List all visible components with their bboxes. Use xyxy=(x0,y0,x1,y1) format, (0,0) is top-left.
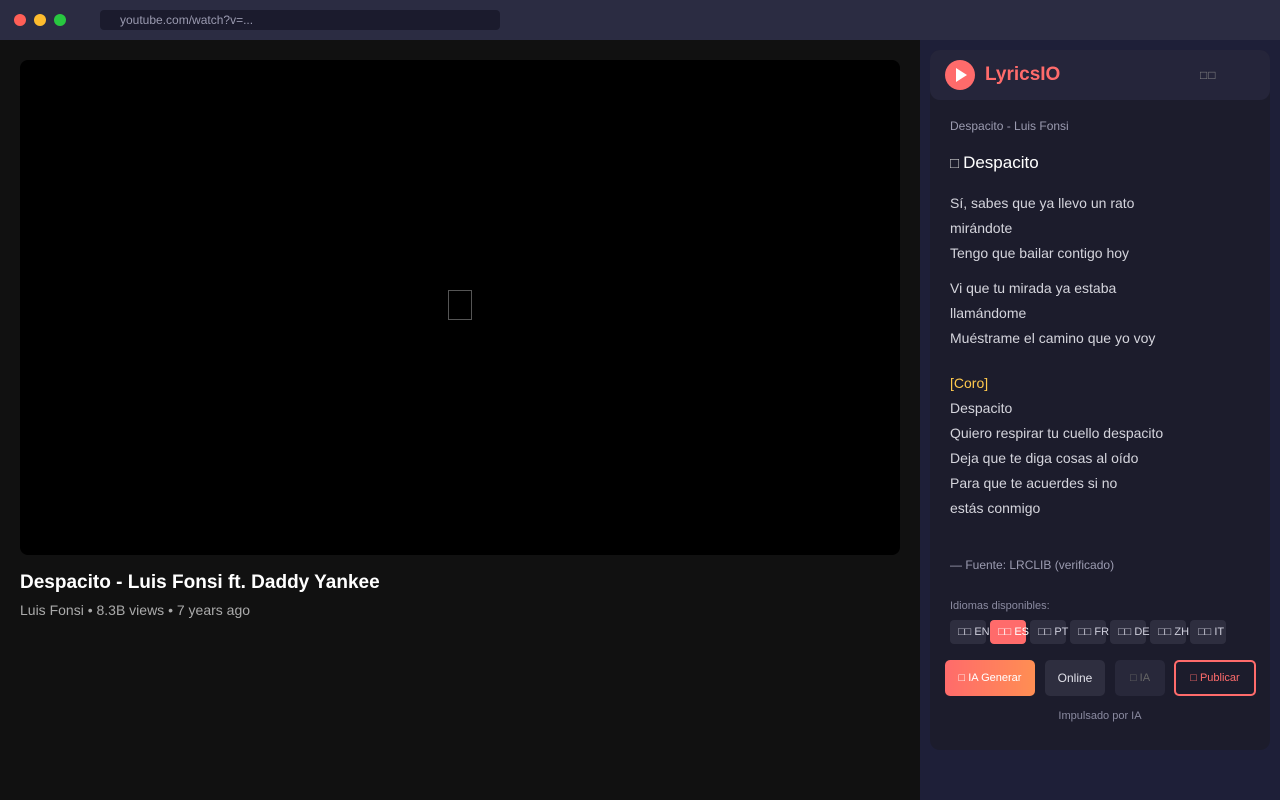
lyric-line: mirándote xyxy=(950,220,1013,236)
publish-button[interactable]: □ Publicar xyxy=(1174,660,1256,696)
play-icon[interactable] xyxy=(448,290,472,320)
lyric-line: estás conmigo xyxy=(950,500,1041,516)
lyric-line: Quiero respirar tu cuello despacito xyxy=(950,425,1164,441)
close-window-button[interactable] xyxy=(14,14,26,26)
languages-label: Idiomas disponibles: xyxy=(950,600,1050,612)
lyric-line: Deja que te diga cosas al oído xyxy=(950,450,1139,466)
language-chip-zh[interactable]: □□ ZH xyxy=(1150,620,1189,644)
extension-sidebar: LyricsIO □□ Despacito - Luis Fonsi □ Desp… xyxy=(920,40,1280,800)
language-chip-de[interactable]: □□ DE xyxy=(1110,620,1150,644)
language-chip-pt[interactable]: □□ PT xyxy=(1030,620,1068,644)
lyric-line: Sí, sabes que ya llevo un rato xyxy=(950,195,1135,211)
music-note-icon: □ xyxy=(950,155,960,172)
lyric-line: Despacito xyxy=(950,400,1013,416)
minimize-window-button[interactable] xyxy=(34,14,46,26)
lyric-line: llamándome xyxy=(950,305,1027,321)
language-chip-it[interactable]: □□ IT xyxy=(1190,620,1226,644)
browser-chrome: youtube.com/watch?v=... xyxy=(0,0,1280,40)
lyric-line: Muéstrame el camino que yo voy xyxy=(950,330,1156,346)
online-button[interactable]: Online xyxy=(1045,660,1105,696)
logo-play-icon xyxy=(945,60,975,90)
address-bar[interactable]: youtube.com/watch?v=... xyxy=(100,10,500,30)
maximize-window-button[interactable] xyxy=(54,14,66,26)
panel-header: LyricsIO □□ xyxy=(930,50,1270,100)
brand-name: LyricsIO xyxy=(985,64,1061,85)
youtube-page: Despacito - Luis Fonsi ft. Daddy Yankee … xyxy=(0,40,920,800)
video-player[interactable] xyxy=(20,60,900,555)
song-title: □ Despacito xyxy=(950,153,1039,173)
language-chip-en[interactable]: □□ EN xyxy=(950,620,990,644)
ia-button[interactable]: □ IA xyxy=(1115,660,1165,696)
lyrics-panel: LyricsIO □□ Despacito - Luis Fonsi □ Desp… xyxy=(930,50,1270,750)
song-title-text: Despacito xyxy=(963,153,1039,172)
video-meta: Luis Fonsi • 8.3B views • 7 years ago xyxy=(20,602,251,618)
song-subtitle: Despacito - Luis Fonsi xyxy=(950,119,1069,133)
lyric-section-label: [Coro] xyxy=(950,375,989,391)
language-chip-es[interactable]: □□ ES xyxy=(990,620,1029,644)
video-title: Despacito - Luis Fonsi ft. Daddy Yankee xyxy=(20,572,380,593)
lyrics-source: — Fuente: LRCLIB (verificado) xyxy=(950,558,1115,572)
powered-by-text: Impulsado por IA xyxy=(1058,710,1142,722)
header-icons[interactable]: □□ xyxy=(1200,68,1217,82)
lyric-line: Para que te acuerdes si no xyxy=(950,475,1118,491)
lyric-line: Vi que tu mirada ya estaba xyxy=(950,280,1117,296)
language-chip-fr[interactable]: □□ FR xyxy=(1070,620,1109,644)
lyric-line: Tengo que bailar contigo hoy xyxy=(950,245,1130,261)
ai-generate-button[interactable]: □ IA Generar xyxy=(945,660,1035,696)
